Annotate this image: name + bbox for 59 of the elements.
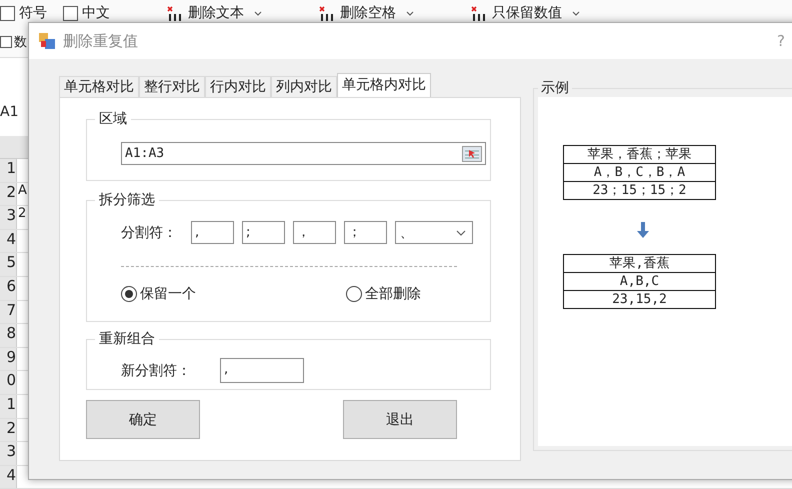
row-header[interactable]: 8 — [0, 324, 16, 347]
table-cell-text: 苹果，香蕉；苹果 — [586, 146, 692, 163]
field-label: 新分割符： — [121, 362, 192, 380]
tab[interactable]: 行内对比 — [205, 76, 271, 97]
row-header[interactable]: 4 — [0, 466, 16, 488]
row-header[interactable]: 3 — [0, 206, 16, 229]
ribbon-checkbox[interactable]: 数 — [0, 33, 27, 51]
row-header[interactable]: 1 — [0, 394, 16, 418]
group-label: 示例 — [540, 79, 570, 97]
tab[interactable]: 单元格对比 — [59, 76, 139, 97]
table-cell: A，B，C，B，A — [564, 163, 715, 181]
row-header[interactable]: 5 — [0, 253, 16, 276]
row-header[interactable]: 2 — [0, 182, 16, 206]
caret-icon — [254, 10, 262, 16]
chevron-down-icon — [456, 230, 466, 236]
radio-option[interactable]: 保留一个 — [121, 285, 196, 303]
dialog-button[interactable]: 确定 — [86, 400, 200, 439]
row-header[interactable]: 1 — [0, 159, 16, 182]
tab[interactable]: 单元格内对比 — [337, 73, 431, 97]
radio-option[interactable]: 全部删除 — [346, 285, 421, 303]
delete-icon — [470, 5, 488, 21]
ribbon-button[interactable]: 删除文本 — [166, 4, 262, 22]
row-header[interactable]: 7 — [0, 300, 16, 324]
down-arrow-icon — [637, 222, 649, 238]
table-cell-text: 苹果,香蕉 — [608, 255, 670, 272]
row-header[interactable]: 6 — [0, 276, 16, 300]
field-label: 分割符： — [121, 224, 178, 242]
tab[interactable]: 列内对比 — [271, 76, 337, 97]
group-label: 重新组合 — [98, 330, 156, 348]
delete-icon — [166, 5, 184, 21]
ribbon-checkbox[interactable]: 符号 — [0, 4, 47, 22]
caret-icon — [406, 10, 414, 16]
new-separator-field[interactable]: , — [220, 358, 304, 383]
row-header[interactable]: 9 — [0, 348, 16, 370]
dialog-button[interactable]: 退出 — [343, 400, 457, 439]
row-header[interactable]: 4 — [0, 230, 16, 252]
table-cell: 23,15,2 — [564, 290, 715, 308]
separator-field[interactable]: ; — [242, 221, 285, 244]
row-header[interactable]: 0 — [0, 371, 16, 394]
window-title: 删除重复值 — [63, 32, 138, 50]
table-cell: A,B,C — [564, 272, 715, 290]
separator-field[interactable]: ， — [293, 221, 336, 244]
group-label: 拆分筛选 — [98, 191, 156, 209]
group-label: 区域 — [98, 110, 128, 128]
ribbon-button[interactable]: 只保留数值 — [470, 4, 580, 22]
tab[interactable]: 整行对比 — [139, 76, 205, 97]
caret-icon — [572, 10, 580, 16]
ribbon-checkbox[interactable]: 中文 — [63, 4, 110, 22]
ribbon-button[interactable]: 删除空格 — [318, 4, 414, 22]
range-picker-icon[interactable] — [462, 146, 482, 162]
row-header[interactable]: 3 — [0, 442, 16, 465]
separator-field[interactable]: ； — [344, 221, 387, 244]
app-icon — [39, 33, 55, 49]
separator-dropdown[interactable]: 、 — [395, 221, 473, 244]
separator-field[interactable]: , — [191, 221, 234, 244]
row-header[interactable]: 2 — [0, 418, 16, 442]
range-field[interactable]: A1:A3 — [121, 142, 486, 165]
delete-icon — [318, 5, 336, 21]
table-cell: 23；15；15；2 — [564, 181, 715, 199]
